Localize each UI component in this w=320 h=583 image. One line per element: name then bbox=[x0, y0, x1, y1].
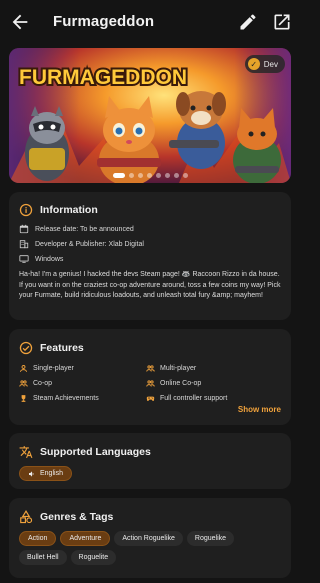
group-icon bbox=[146, 365, 155, 372]
tag-chip[interactable]: Action bbox=[19, 531, 57, 546]
hero-banner[interactable]: FURMAGEDDON FURMAGEDDON ✓ Dev bbox=[9, 48, 291, 183]
release-date-text: Release date: To be announced bbox=[35, 225, 134, 233]
languages-card: Supported Languages English bbox=[9, 433, 291, 489]
information-card: Information Release date: To be announce… bbox=[9, 192, 291, 320]
carousel-dot[interactable] bbox=[173, 173, 179, 178]
check-circle-icon bbox=[19, 341, 33, 355]
platform-row: Windows bbox=[19, 254, 63, 264]
feature-label: Multi-player bbox=[160, 365, 197, 372]
tag-chip[interactable]: Bullet Hell bbox=[19, 550, 67, 565]
feature-item: Co-op bbox=[19, 379, 52, 388]
tag-chip[interactable]: Adventure bbox=[60, 531, 111, 546]
carousel-dot[interactable] bbox=[128, 173, 134, 178]
features-heading: Features bbox=[40, 342, 84, 354]
dev-badge-label: Dev bbox=[263, 59, 278, 69]
carousel-indicator[interactable] bbox=[9, 173, 291, 178]
top-app-bar: Furmageddon bbox=[0, 0, 300, 44]
carousel-dot[interactable] bbox=[112, 173, 125, 178]
feature-item: Single-player bbox=[19, 364, 74, 373]
genres-card: Genres & Tags Action Adventure Action Ro… bbox=[9, 498, 291, 578]
feature-item: Multi-player bbox=[146, 364, 196, 373]
feature-label: Steam Achievements bbox=[33, 395, 99, 402]
carousel-dot[interactable] bbox=[182, 173, 188, 178]
feature-label: Single-player bbox=[33, 365, 74, 372]
features-card: Features Single-player Multi-player Co-o… bbox=[9, 329, 291, 425]
platform-text: Windows bbox=[35, 255, 64, 263]
developer-text: Developer & Publisher: Xlab Digital bbox=[35, 240, 144, 248]
feature-item: Online Co-op bbox=[146, 379, 201, 388]
monitor-icon bbox=[19, 255, 29, 263]
category-shapes-icon bbox=[20, 510, 33, 524]
release-date-row: Release date: To be announced bbox=[19, 224, 134, 234]
translate-icon bbox=[19, 446, 33, 458]
show-more-link[interactable]: Show more bbox=[238, 405, 281, 414]
speaker-icon bbox=[29, 470, 34, 477]
language-chip[interactable]: English bbox=[19, 466, 72, 481]
group-icon bbox=[146, 380, 155, 387]
genres-heading: Genres & Tags bbox=[40, 511, 114, 523]
tag-chip[interactable]: Roguelike bbox=[186, 531, 235, 546]
tag-list: Action Adventure Action Roguelike Roguel… bbox=[19, 531, 281, 565]
game-logo: FURMAGEDDON bbox=[19, 66, 187, 89]
building-icon bbox=[19, 240, 29, 249]
carousel-dot[interactable] bbox=[137, 173, 143, 178]
feature-label: Online Co-op bbox=[160, 380, 202, 387]
feature-label: Co-op bbox=[33, 380, 53, 387]
information-header: Information bbox=[19, 203, 98, 217]
calendar-icon bbox=[19, 224, 29, 234]
edit-pencil-icon[interactable] bbox=[238, 12, 258, 32]
dev-badge: ✓ Dev bbox=[244, 55, 285, 73]
language-label: English bbox=[40, 470, 63, 477]
gamepad-icon bbox=[146, 396, 155, 402]
carousel-dot[interactable] bbox=[155, 173, 161, 178]
languages-heading: Supported Languages bbox=[40, 446, 151, 458]
information-heading: Information bbox=[40, 204, 98, 216]
page-title: Furmageddon bbox=[53, 13, 155, 30]
check-badge-icon: ✓ bbox=[247, 58, 260, 70]
game-description: Ha-ha! I'm a genius! I hacked the devs S… bbox=[19, 271, 281, 299]
group-icon bbox=[19, 380, 28, 387]
tag-chip[interactable]: Action Roguelike bbox=[114, 531, 183, 546]
carousel-dot[interactable] bbox=[164, 173, 170, 178]
open-external-icon[interactable] bbox=[272, 12, 292, 32]
person-icon bbox=[20, 365, 27, 372]
carousel-dot[interactable] bbox=[146, 173, 152, 178]
languages-header: Supported Languages bbox=[19, 445, 151, 459]
features-header: Features bbox=[19, 341, 84, 355]
feature-item: Full controller support bbox=[146, 394, 227, 403]
trophy-icon bbox=[21, 395, 26, 402]
feature-label: Full controller support bbox=[160, 395, 228, 402]
info-icon bbox=[19, 203, 33, 217]
back-arrow-icon[interactable] bbox=[9, 11, 31, 33]
tag-chip[interactable]: Roguelite bbox=[70, 550, 117, 565]
feature-item: Steam Achievements bbox=[19, 394, 99, 403]
developer-row: Developer & Publisher: Xlab Digital bbox=[19, 239, 144, 249]
genres-header: Genres & Tags bbox=[19, 510, 113, 524]
